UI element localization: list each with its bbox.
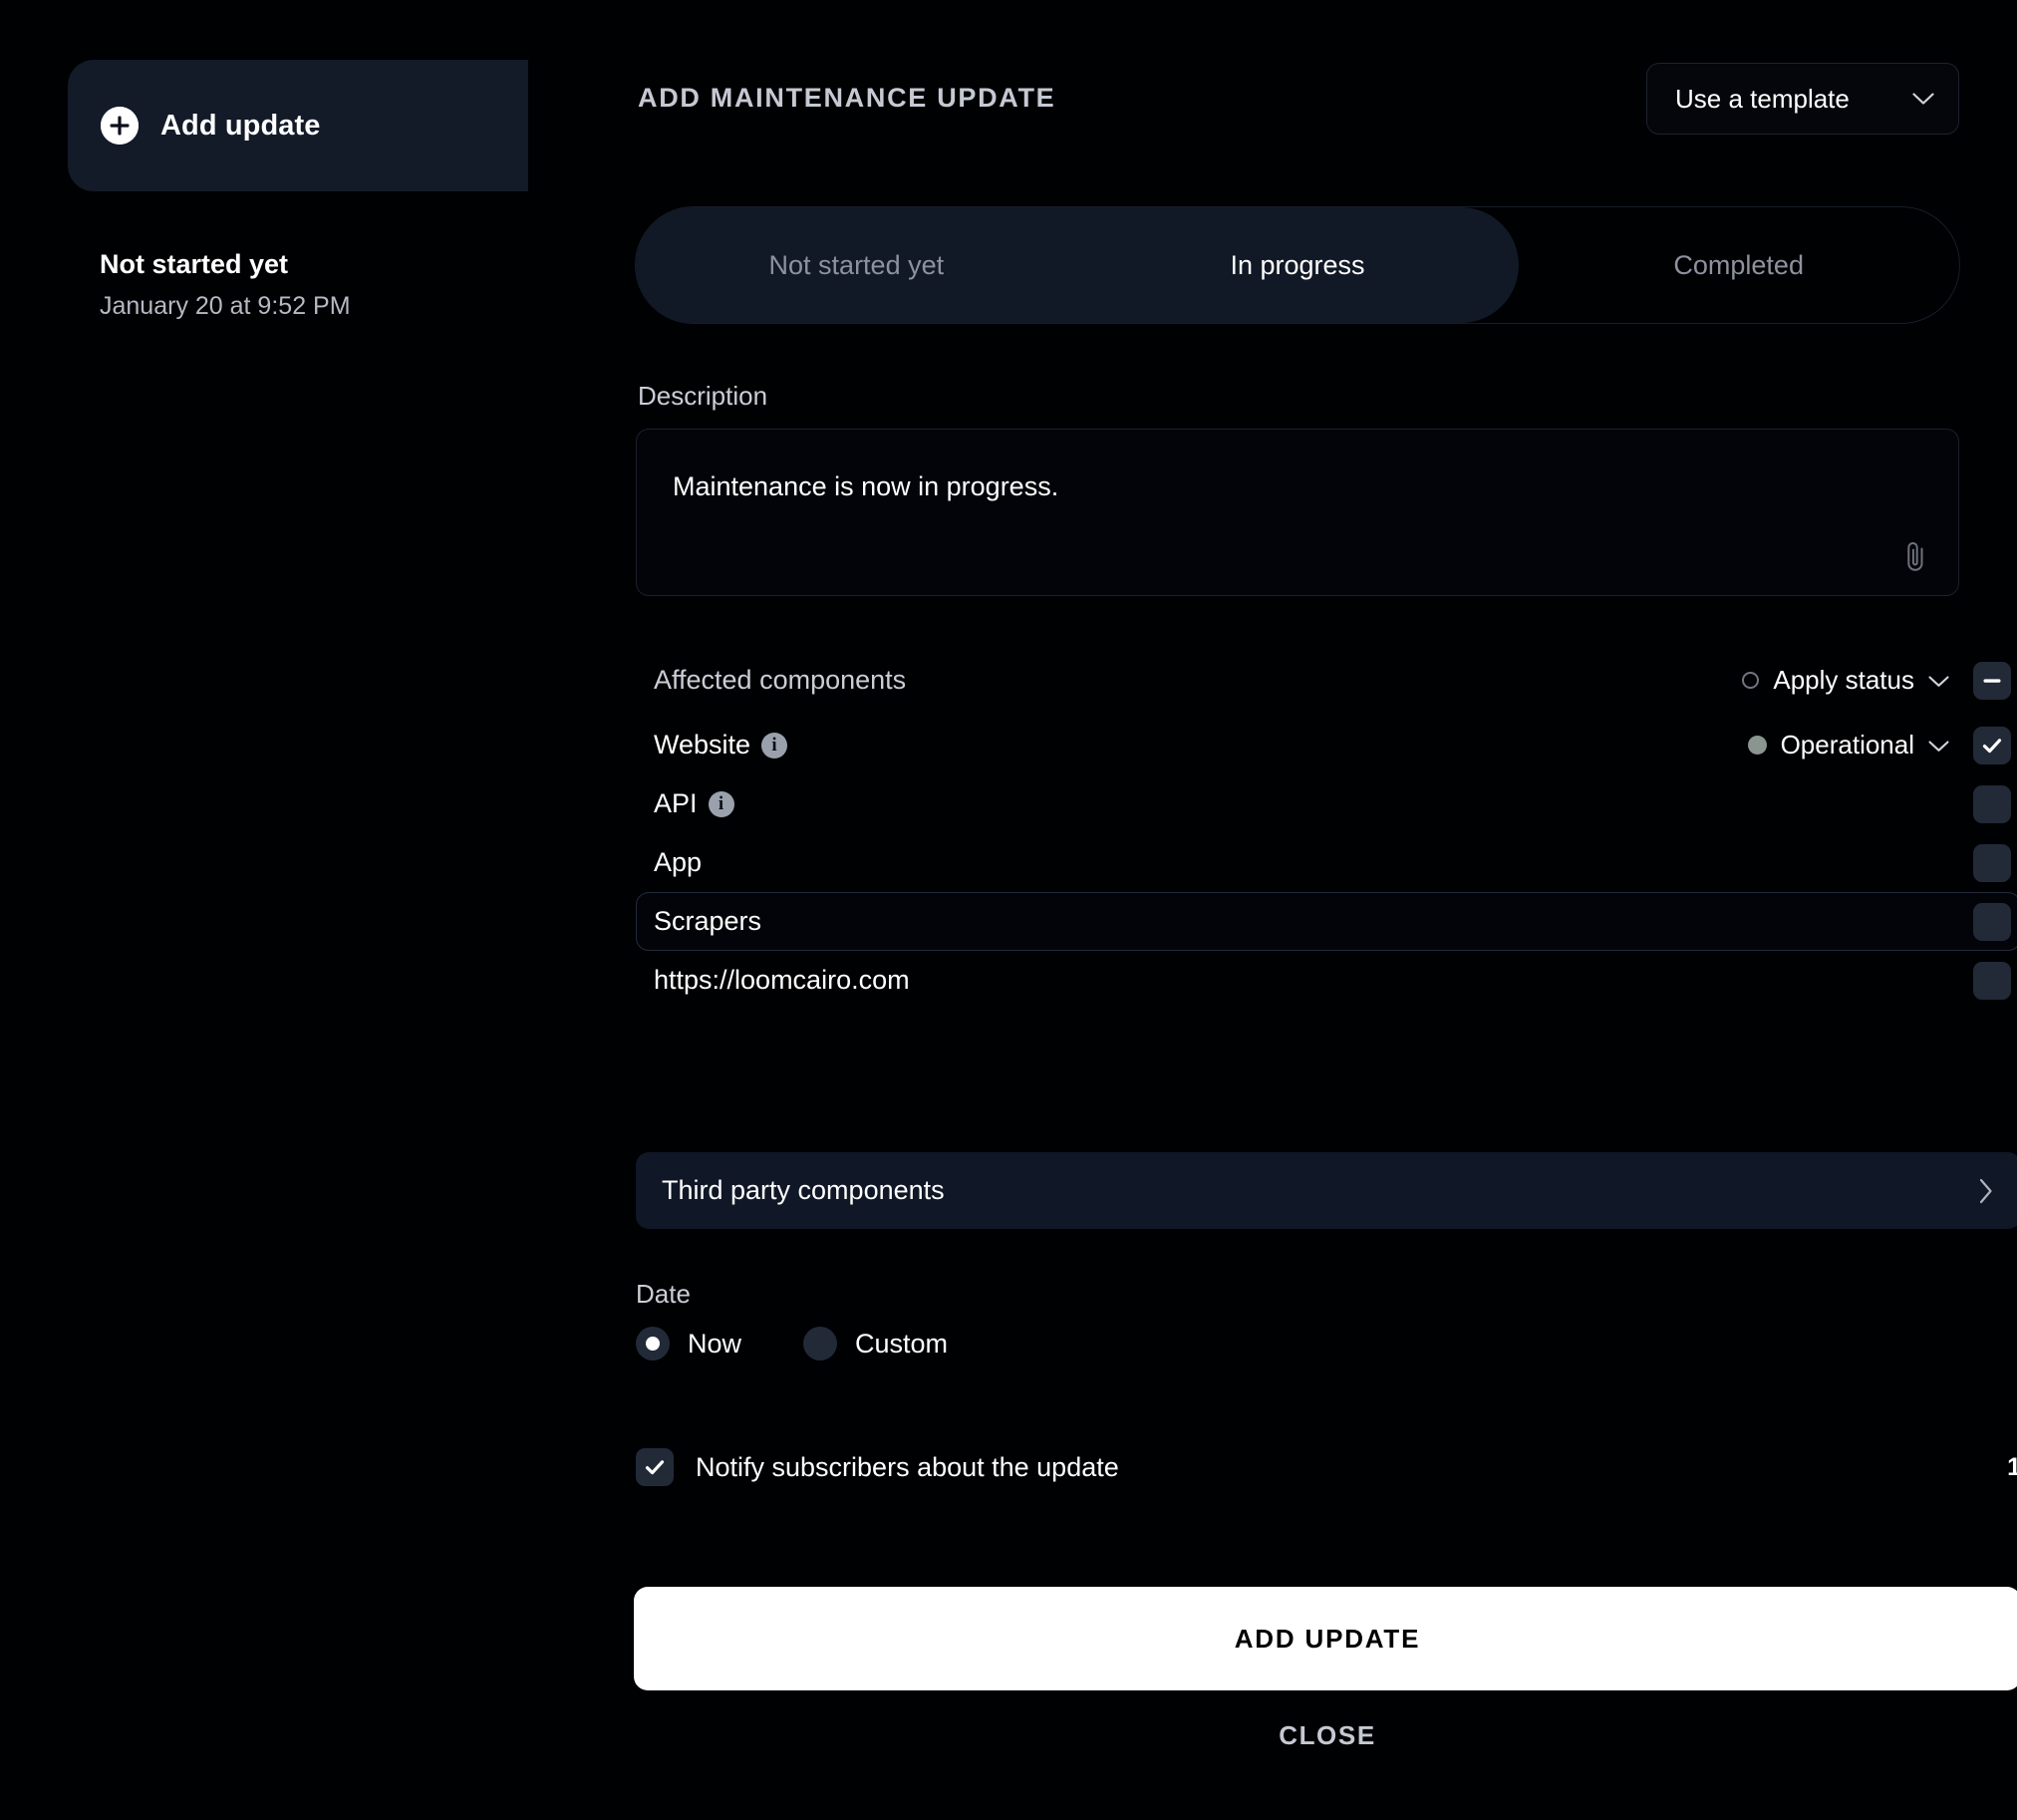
component-row-app[interactable]: App [636,833,2017,892]
row-controls [1973,843,2011,882]
affected-components-section: Affected components Apply status Website… [636,651,2017,1010]
component-row-website[interactable]: Website i Operational [636,716,2017,774]
chevron-down-icon [1912,92,1934,106]
sidebar-entry-title: Not started yet [100,249,289,279]
component-checkbox[interactable] [1973,843,2011,882]
component-row-loomcairo[interactable]: https://loomcairo.com [636,951,2017,1010]
radio-unselected-icon [803,1327,838,1361]
description-value: Maintenance is now in progress. [673,471,1059,501]
notify-subscribers-label: Notify subscribers about the update [696,1451,1119,1482]
template-select-label: Use a template [1675,83,1850,114]
component-checkbox[interactable] [1973,726,2011,764]
main-panel: ADD MAINTENANCE UPDATE Use a template No… [528,0,2017,1820]
component-label: API [654,788,698,818]
affected-components-header: Affected components Apply status [636,651,2017,710]
component-checkbox[interactable] [1973,784,2011,823]
add-maintenance-update-screen: Add update Not started yet January 20 at… [0,0,2017,1820]
date-label: Date [636,1279,691,1309]
radio-selected-icon [636,1327,670,1361]
tab-in-progress[interactable]: In progress [1077,207,1519,323]
component-row-api[interactable]: API i [636,774,2017,833]
close-button[interactable]: CLOSE [634,1706,2017,1764]
header-controls: Apply status [1742,661,2011,700]
tab-label: Not started yet [768,249,945,280]
add-update-button[interactable]: Add update [68,60,528,191]
description-textarea[interactable]: Maintenance is now in progress. [636,429,1959,596]
tab-label: In progress [1230,249,1365,280]
info-icon[interactable]: i [761,732,788,758]
select-all-checkbox[interactable] [1973,661,2011,700]
tab-completed[interactable]: Completed [1518,207,1959,323]
component-name: Website i [654,730,788,760]
component-name: API i [654,788,734,819]
apply-status-dropdown[interactable]: Apply status [1742,665,1949,696]
tab-label: Completed [1673,249,1804,280]
component-label: Scrapers [654,906,762,936]
subscriber-count: 1 [2007,1452,2017,1481]
description-label: Description [638,381,768,411]
component-name: App [654,847,702,878]
third-party-components-row[interactable]: Third party components [636,1152,2017,1229]
sidebar-entry-date: January 20 at 9:52 PM [100,292,351,321]
row-controls [1973,961,2011,1000]
component-label: https://loomcairo.com [654,965,910,995]
status-dot-icon [1747,736,1767,755]
component-name: https://loomcairo.com [654,965,910,996]
date-radio-group: Now Custom [636,1327,948,1361]
tab-not-started-yet[interactable]: Not started yet [636,207,1077,323]
date-option-now[interactable]: Now [636,1327,741,1361]
add-update-submit-button[interactable]: ADD UPDATE [634,1587,2017,1690]
date-option-custom[interactable]: Custom [803,1327,948,1361]
component-status-dropdown[interactable]: Operational [1747,730,1949,760]
notify-subscribers-checkbox[interactable] [636,1448,674,1486]
component-name: Scrapers [654,906,761,937]
chevron-down-icon [1928,675,1949,687]
component-checkbox[interactable] [1973,902,2011,941]
affected-components-label: Affected components [654,665,907,695]
date-option-label: Now [688,1328,742,1359]
date-option-label: Custom [855,1328,949,1359]
component-status-label: Operational [1780,730,1914,759]
third-party-components-label: Third party components [662,1175,945,1205]
row-controls: Operational [1747,726,2011,764]
component-label: Website [654,730,751,759]
info-icon[interactable]: i [708,790,734,817]
main-header: ADD MAINTENANCE UPDATE Use a template [528,0,2017,145]
apply-status-label: Apply status [1773,665,1914,695]
chevron-right-icon [1979,1178,1993,1204]
page-title: ADD MAINTENANCE UPDATE [638,83,1056,113]
component-checkbox[interactable] [1973,961,2011,1000]
row-controls [1973,902,2011,941]
status-tabs: Not started yet In progress Completed [635,206,1960,324]
row-controls [1973,784,2011,823]
sidebar: Add update Not started yet January 20 at… [0,0,528,1820]
circle-outline-icon [1742,672,1760,689]
add-update-label: Add update [160,109,321,142]
component-label: App [654,847,703,877]
component-row-scrapers[interactable]: Scrapers [636,892,2017,951]
plus-circle-icon [101,107,139,145]
notify-subscribers-row[interactable]: Notify subscribers about the update 1 [636,1442,2017,1492]
chevron-down-icon [1928,740,1949,752]
paperclip-icon[interactable] [1900,539,1930,573]
sidebar-update-entry[interactable]: Not started yet January 20 at 9:52 PM [100,247,498,323]
use-a-template-select[interactable]: Use a template [1646,63,1959,135]
